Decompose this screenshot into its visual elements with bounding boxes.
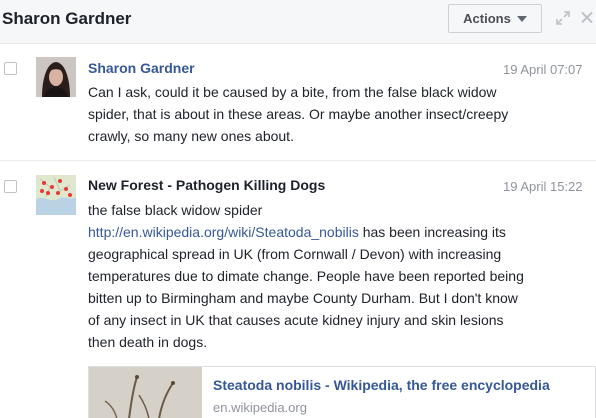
caret-down-icon (516, 16, 527, 22)
conversation-header: Sharon Gardner Actions (0, 0, 596, 44)
message-timestamp: 19 April 15:22 (503, 179, 583, 194)
message-timestamp: 19 April 07:07 (503, 62, 583, 77)
profile-photo (36, 57, 76, 97)
avatar[interactable] (36, 57, 76, 97)
page-map-photo (36, 175, 76, 215)
message-line: Can I ask, could it be caused by a bite,… (88, 84, 497, 100)
expand-icon[interactable] (556, 11, 570, 25)
message-line: crawly, so many new ones about. (88, 128, 294, 144)
sender-name[interactable]: Sharon Gardner (88, 60, 195, 76)
sender-name[interactable]: New Forest - Pathogen Killing Dogs (88, 177, 325, 193)
message-line: of any insect in UK that causes acute ki… (88, 312, 504, 328)
message-line: temperatures due to dimate change. Peopl… (88, 268, 524, 284)
message-body: Can I ask, could it be caused by a bite,… (88, 81, 594, 147)
message-line: geographical spread in UK (from Cornwall… (88, 246, 502, 262)
message-checkbox[interactable] (4, 62, 17, 75)
link-preview-thumbnail (89, 367, 202, 418)
message-line: bitten up to Birmingham and maybe County… (88, 290, 518, 306)
actions-button[interactable]: Actions (448, 4, 542, 33)
message-divider (0, 160, 596, 161)
message-line: spider, that is about in these areas. Or… (88, 106, 509, 122)
spider-thumbnail-image (89, 367, 202, 418)
link-preview-card[interactable]: Steatoda nobilis - Wikipedia, the free e… (88, 366, 596, 418)
link-preview-title[interactable]: Steatoda nobilis - Wikipedia, the free e… (213, 377, 550, 393)
actions-label: Actions (463, 11, 511, 26)
wikipedia-link[interactable]: http://en.wikipedia.org/wiki/Steatoda_no… (88, 224, 359, 240)
message-body: the false black widow spider http://en.w… (88, 199, 594, 353)
conversation-title: Sharon Gardner (2, 9, 132, 28)
message-checkbox[interactable] (4, 180, 17, 193)
message-line: http://en.wikipedia.org/wiki/Steatoda_no… (88, 221, 594, 243)
close-icon[interactable] (581, 11, 593, 24)
message-line-text: has been increasing its (358, 224, 506, 240)
message-line: then death in dogs. (88, 334, 208, 350)
avatar[interactable] (36, 175, 76, 215)
link-preview-domain: en.wikipedia.org (213, 400, 307, 415)
message-line: the false black widow spider (88, 202, 263, 218)
